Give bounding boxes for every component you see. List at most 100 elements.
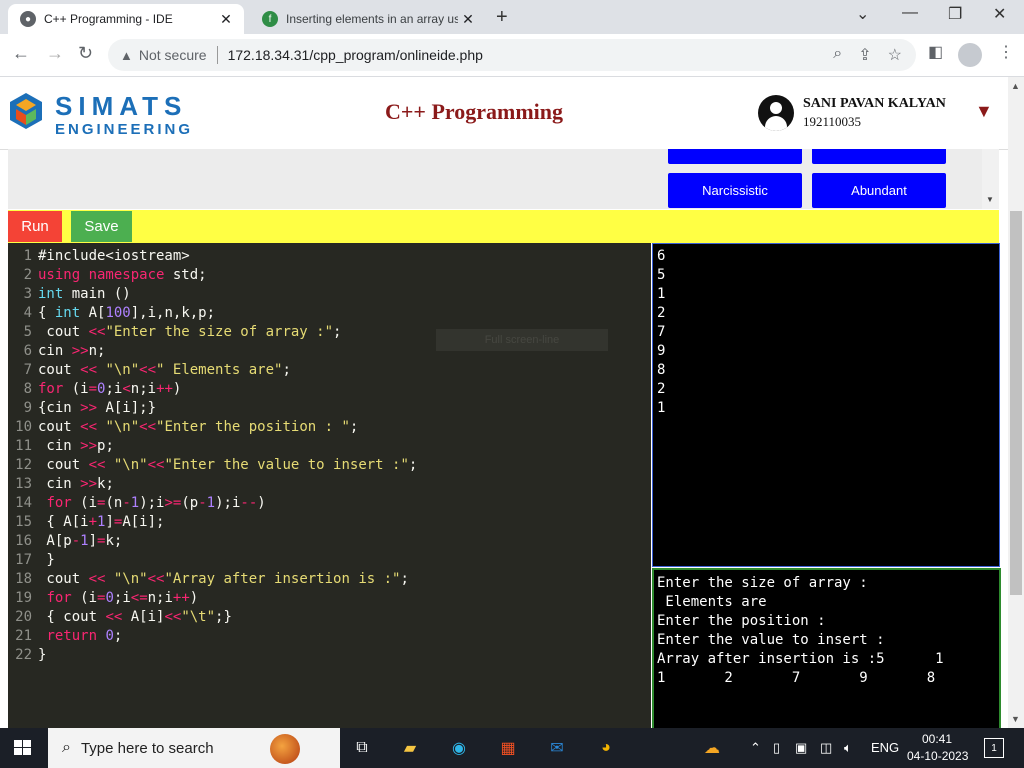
save-button[interactable]: Save — [71, 211, 132, 242]
program-button-narcissistic[interactable]: Narcissistic — [668, 173, 802, 208]
back-arrow-icon[interactable]: ← — [12, 43, 30, 64]
scroll-down-icon[interactable]: ▼ — [1011, 714, 1020, 724]
code-line: 3 int main () — [23, 286, 131, 302]
program-list-scrollbar[interactable]: ▼ — [982, 149, 999, 209]
notifications-icon[interactable]: 1 — [984, 738, 1004, 758]
code-line: 22} — [15, 647, 47, 663]
meet-now-icon[interactable]: ▣ — [795, 740, 807, 756]
minimize-icon[interactable]: — — [902, 4, 918, 22]
output-line: Array after insertion is :5 1 — [657, 651, 944, 667]
browser-toolbar: ← → ↻ ▲ Not secure 172.18.34.31/cpp_prog… — [0, 34, 1024, 77]
run-button[interactable]: Run — [8, 211, 62, 242]
site-header: SIMATS ENGINEERING C++ Programming SANI … — [0, 77, 1008, 150]
program-button-partial[interactable] — [668, 149, 802, 164]
code-line: 14 for (i=(n-1);i>=(p-1);i--) — [15, 495, 266, 511]
clock-date[interactable]: 04-10-2023 — [907, 749, 968, 763]
input-value: 7 — [657, 324, 666, 340]
input-value: 5 — [657, 267, 666, 283]
show-hidden-icons-icon[interactable]: ⌃ — [750, 740, 761, 756]
close-window-icon[interactable]: ✕ — [993, 4, 1006, 24]
program-button-abundant[interactable]: Abundant — [812, 173, 946, 208]
program-list-panel: Narcissistic Abundant — [8, 149, 999, 209]
browser-menu-icon[interactable]: ⋮ — [998, 42, 1014, 62]
page-title: C++ Programming — [385, 99, 564, 124]
scroll-up-icon[interactable]: ▲ — [1011, 81, 1020, 91]
input-value: 1 — [657, 286, 666, 302]
address-divider — [216, 46, 218, 64]
windows-start-icon[interactable] — [14, 740, 32, 756]
scroll-down-icon[interactable]: ▼ — [986, 195, 994, 204]
stdin-input-panel[interactable]: 6 5 1 2 7 9 8 2 1 — [652, 243, 1000, 567]
input-value: 8 — [657, 362, 666, 378]
device-icon[interactable]: ▯ — [773, 740, 780, 756]
url-text[interactable]: 172.18.34.31/cpp_program/onlineide.php — [228, 47, 483, 63]
output-line: Enter the value to insert : — [657, 632, 885, 648]
reload-icon[interactable]: ↻ — [78, 43, 93, 64]
search-placeholder: Type here to search — [80, 739, 214, 757]
user-menu-caret-icon[interactable]: ▼ — [975, 101, 993, 122]
code-line: 19 for (i=0;i<=n;i++) — [15, 590, 199, 606]
close-tab-icon[interactable]: ✕ — [458, 11, 478, 28]
page-scrollbar[interactable]: ▲ ▼ — [1008, 77, 1024, 728]
address-bar[interactable]: ▲ Not secure 172.18.34.31/cpp_program/on… — [108, 39, 916, 71]
program-button-partial[interactable] — [812, 149, 946, 164]
tab-search-icon[interactable]: ⌄ — [856, 4, 869, 24]
logo-title: SIMATS — [55, 91, 188, 121]
user-name: SANI PAVAN KALYAN — [803, 96, 946, 111]
output-line: Elements are — [657, 594, 767, 610]
input-value: 1 — [657, 400, 666, 416]
code-line: 11 cin >>p; — [15, 438, 114, 454]
code-line: 16 A[p-1]=k; — [15, 533, 123, 549]
output-line: 1 2 7 9 8 — [657, 670, 936, 686]
windows-taskbar: ⌕ Type here to search ⧉ ▰ ◉ ▦ ✉ ◕ ☁ ⌃ ▯ … — [0, 728, 1024, 768]
code-line: 5 cout <<"Enter the size of array :"; — [23, 324, 342, 340]
output-line: Enter the size of array : — [657, 575, 868, 591]
language-indicator[interactable]: ENG — [871, 740, 899, 755]
tab-inserting-elements[interactable]: f Inserting elements in an array usi ✕ — [250, 4, 486, 34]
program-output-panel: Enter the size of array : Elements are E… — [652, 568, 1001, 728]
security-label[interactable]: Not secure — [139, 47, 207, 63]
side-panel-icon[interactable]: ◧ — [928, 42, 943, 62]
microsoft-store-icon[interactable]: ▦ — [496, 736, 520, 760]
share-icon[interactable]: ⇪ — [858, 45, 871, 65]
weather-icon[interactable]: ☁ — [700, 736, 724, 760]
code-line: 1 #include<iostream> — [23, 248, 190, 264]
fullscreen-hint: Full screen-line — [436, 329, 608, 351]
code-line: 17 } — [15, 552, 55, 568]
scrollbar-thumb[interactable] — [1010, 211, 1022, 595]
tab-title: C++ Programming - IDE — [44, 12, 173, 26]
code-line: 8 for (i=0;i<n;i++) — [23, 381, 182, 397]
page-content: SIMATS ENGINEERING C++ Programming SANI … — [0, 77, 1008, 728]
action-bar: Run Save — [8, 210, 999, 243]
task-view-icon[interactable]: ⧉ — [350, 736, 374, 760]
profile-avatar-icon[interactable] — [958, 43, 982, 67]
mail-icon[interactable]: ✉ — [545, 736, 569, 760]
clock-time[interactable]: 00:41 — [922, 732, 952, 746]
user-avatar-icon — [758, 95, 794, 131]
tab-cpp-ide[interactable]: ● C++ Programming - IDE ✕ — [8, 4, 244, 34]
close-tab-icon[interactable]: ✕ — [216, 11, 236, 28]
file-explorer-icon[interactable]: ▰ — [398, 736, 422, 760]
volume-muted-icon[interactable]: 🔈︎ — [844, 740, 852, 756]
forward-arrow-icon[interactable]: → — [46, 43, 64, 64]
restore-icon[interactable]: ❐ — [948, 4, 962, 24]
edge-browser-icon[interactable]: ◉ — [447, 736, 471, 760]
code-line: 2 using namespace std; — [23, 267, 207, 283]
zoom-icon[interactable]: ⌕ — [833, 45, 842, 65]
input-value: 6 — [657, 248, 666, 264]
chrome-icon[interactable]: ◕ — [594, 736, 618, 760]
input-value: 9 — [657, 343, 666, 359]
input-value: 2 — [657, 381, 666, 397]
code-line: 12 cout << "\n"<<"Enter the value to ins… — [15, 457, 418, 473]
code-line: 4{ int A[100],i,n,k,p; — [23, 305, 216, 321]
code-line: 15 { A[i+1]=A[i]; — [15, 514, 165, 530]
bookmark-star-icon[interactable]: ☆ — [888, 45, 902, 65]
network-icon[interactable]: ◫ — [820, 740, 832, 756]
code-line: 18 cout << "\n"<<"Array after insertion … — [15, 571, 409, 587]
chrome-globe-icon: ● — [20, 11, 36, 27]
warning-triangle-icon: ▲ — [120, 47, 133, 63]
search-highlight-icon[interactable] — [270, 734, 300, 764]
output-line: Enter the position : — [657, 613, 826, 629]
code-editor[interactable]: 1 #include<iostream> 2 using namespace std… — [8, 243, 651, 728]
new-tab-button[interactable]: + — [496, 6, 508, 29]
